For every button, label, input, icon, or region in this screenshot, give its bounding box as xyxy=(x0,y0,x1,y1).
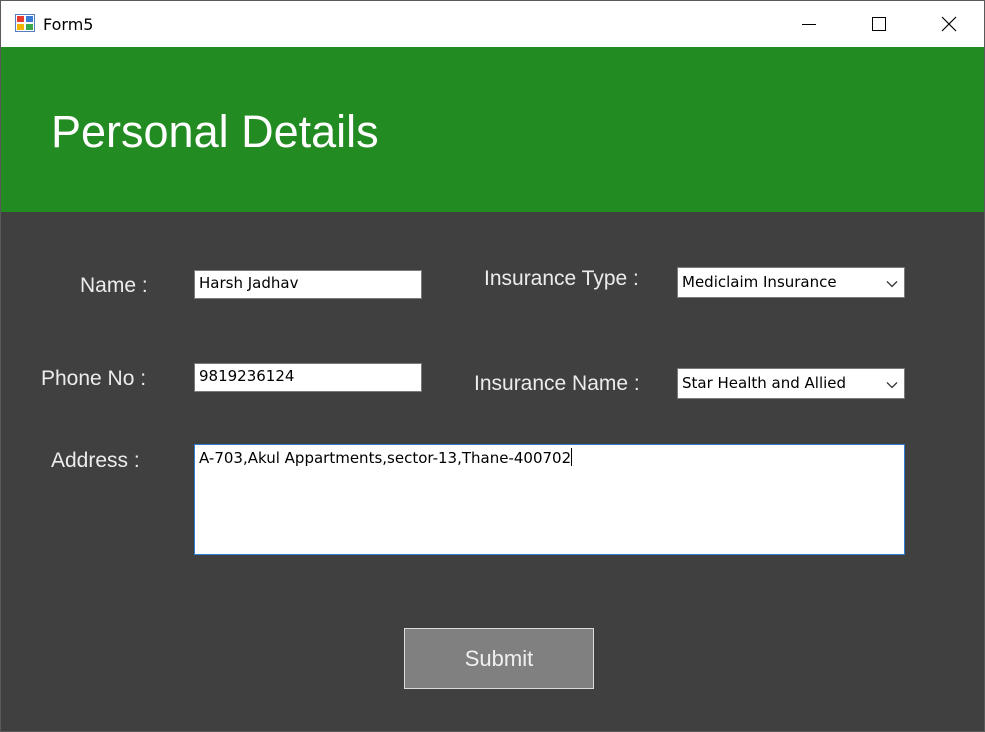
page-title: Personal Details xyxy=(51,106,379,157)
chevron-down-icon xyxy=(886,276,898,294)
chevron-down-icon xyxy=(886,377,898,395)
phone-label: Phone No : xyxy=(41,367,147,390)
maximize-icon xyxy=(872,17,886,31)
insurance-name-select[interactable]: Star Health and Allied xyxy=(677,368,905,399)
text-caret xyxy=(571,448,573,466)
close-button[interactable] xyxy=(914,1,984,47)
window-title: Form5 xyxy=(43,15,94,34)
address-textarea[interactable]: A-703,Akul Appartments,sector-13,Thane-4… xyxy=(194,444,905,555)
address-value: A-703,Akul Appartments,sector-13,Thane-4… xyxy=(199,449,572,467)
close-icon xyxy=(941,16,957,32)
insurance-name-label: Insurance Name : xyxy=(474,372,640,395)
insurance-type-label: Insurance Type : xyxy=(484,267,639,290)
address-label: Address : xyxy=(51,449,140,472)
app-icon xyxy=(15,14,35,32)
minimize-icon xyxy=(802,24,816,25)
name-input[interactable]: Harsh Jadhav xyxy=(194,270,422,299)
insurance-type-select[interactable]: Mediclaim Insurance xyxy=(677,267,905,298)
header-banner: Personal Details xyxy=(1,47,984,212)
maximize-button[interactable] xyxy=(844,1,914,47)
title-bar: Form5 xyxy=(1,1,984,47)
insurance-name-value: Star Health and Allied xyxy=(682,374,847,392)
phone-input[interactable]: 9819236124 xyxy=(194,363,422,392)
submit-button[interactable]: Submit xyxy=(404,628,594,689)
form-window: Form5 Personal Details Name : Harsh Jadh… xyxy=(0,0,985,732)
name-label: Name : xyxy=(80,274,148,297)
insurance-type-value: Mediclaim Insurance xyxy=(682,273,837,291)
minimize-button[interactable] xyxy=(774,1,844,47)
